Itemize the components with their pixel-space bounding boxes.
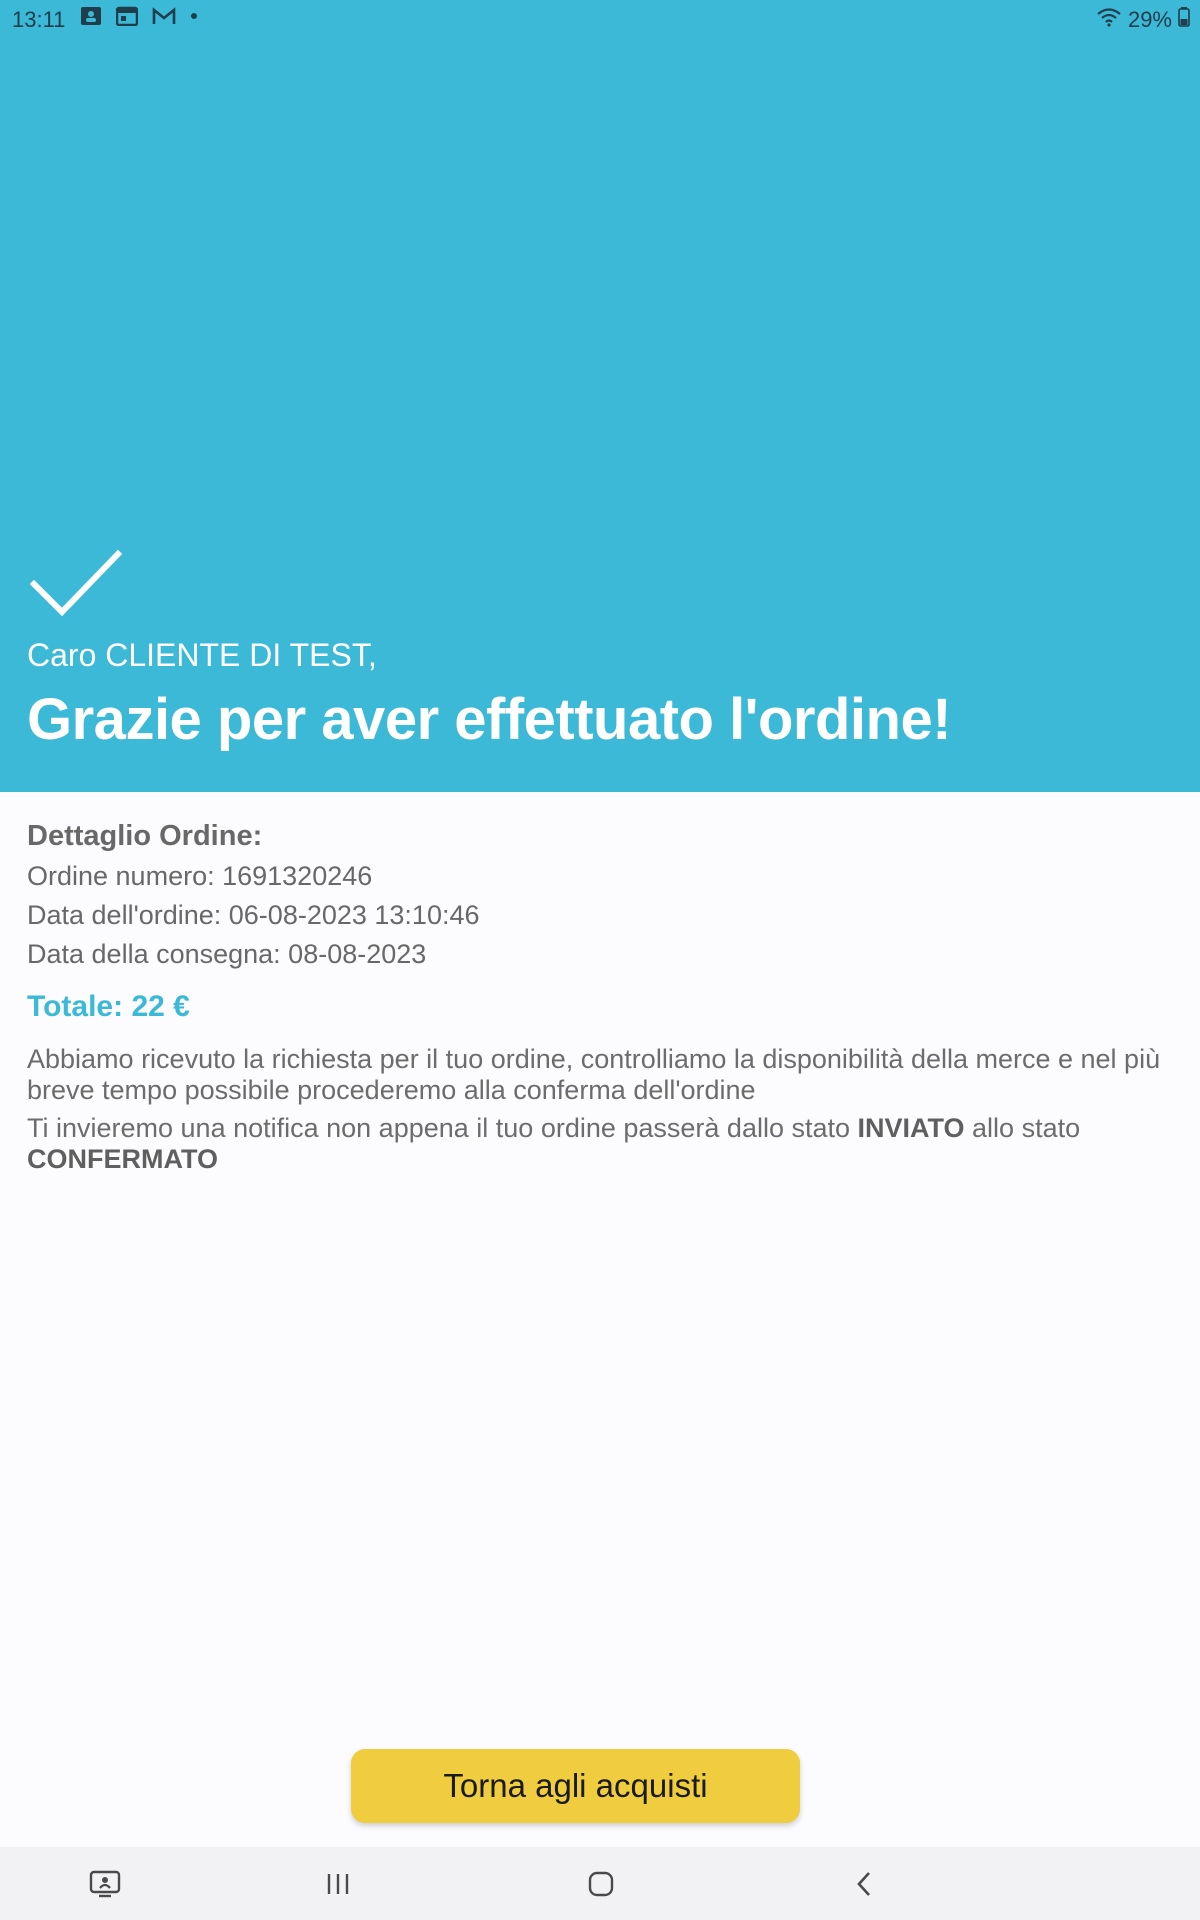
notification-icons <box>80 6 198 26</box>
back-to-shopping-button[interactable]: Torna agli acquisti <box>351 1749 800 1823</box>
delivery-date: Data della consegna: 08-08-2023 <box>27 939 427 969</box>
wifi-icon <box>1096 7 1122 33</box>
gmail-icon <box>152 7 176 25</box>
order-details: Dettaglio Ordine: Ordine numero: 1691320… <box>27 820 1177 1182</box>
home-icon[interactable] <box>578 1861 624 1907</box>
back-icon[interactable] <box>841 1861 887 1907</box>
screen-assist-icon[interactable] <box>82 1861 128 1907</box>
order-number: Ordine numero: 1691320246 <box>27 861 373 891</box>
order-confirmation-screen: 13:11 29% Caro CLIENTE DI TEST, Grazie p… <box>0 0 1200 1920</box>
status-right: 29% <box>1096 7 1190 33</box>
order-details-title: Dettaglio Ordine: <box>27 820 263 852</box>
dot-icon <box>190 12 198 20</box>
status-bar: 13:11 29% <box>0 0 1200 40</box>
battery-level: 29% <box>1127 7 1172 32</box>
greeting-text: Caro CLIENTE DI TEST, <box>27 637 377 673</box>
calendar-person-icon <box>80 6 102 26</box>
order-date: Data dell'ordine: 06-08-2023 13:10:46 <box>27 900 480 930</box>
system-navigation-bar <box>0 1847 1200 1920</box>
state-sent: INVIATO <box>857 1113 965 1143</box>
calendar-icon <box>116 6 138 26</box>
notification-message: Ti invieremo una notifica non appena il … <box>27 1113 1177 1175</box>
checkmark-icon <box>30 549 122 617</box>
state-confirmed: CONFERMATO <box>27 1144 218 1174</box>
page-title: Grazie per aver effettuato l'ordine! <box>27 687 952 752</box>
recent-apps-icon[interactable] <box>315 1861 361 1907</box>
order-total: Totale: 22 € <box>27 990 190 1023</box>
header-banner: 13:11 29% Caro CLIENTE DI TEST, Grazie p… <box>0 0 1200 792</box>
notification-message-middle: allo stato <box>964 1113 1081 1143</box>
battery-icon <box>1178 7 1190 33</box>
order-received-message: Abbiamo ricevuto la richiesta per il tuo… <box>27 1044 1161 1105</box>
notification-message-prefix: Ti invieremo una notifica non appena il … <box>27 1113 858 1143</box>
status-time: 13:11 <box>12 7 66 32</box>
